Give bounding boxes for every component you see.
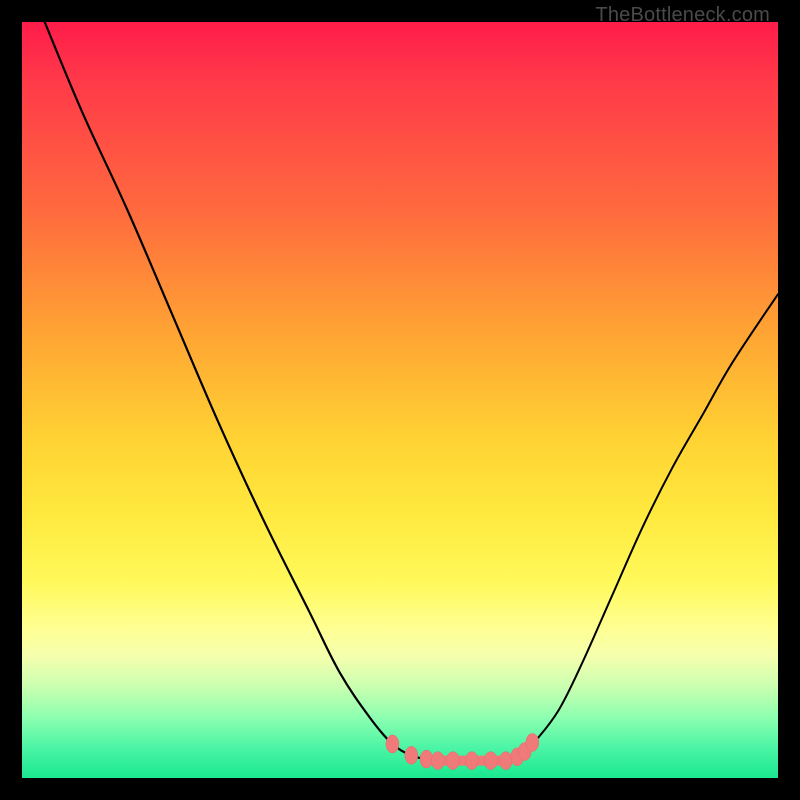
marker-dot (446, 752, 459, 770)
marker-dot (431, 752, 444, 770)
marker-dot (484, 752, 497, 770)
plot-area (22, 22, 778, 778)
marker-dot (420, 750, 433, 768)
chart-frame: TheBottleneck.com (0, 0, 800, 800)
marker-dot (405, 746, 418, 764)
chart-svg (22, 22, 778, 778)
marker-dot (526, 733, 539, 751)
marker-dot (465, 752, 478, 770)
left-branch-line (45, 22, 438, 761)
right-branch-line (506, 294, 778, 760)
marker-dot (499, 752, 512, 770)
marker-dot (386, 735, 399, 753)
